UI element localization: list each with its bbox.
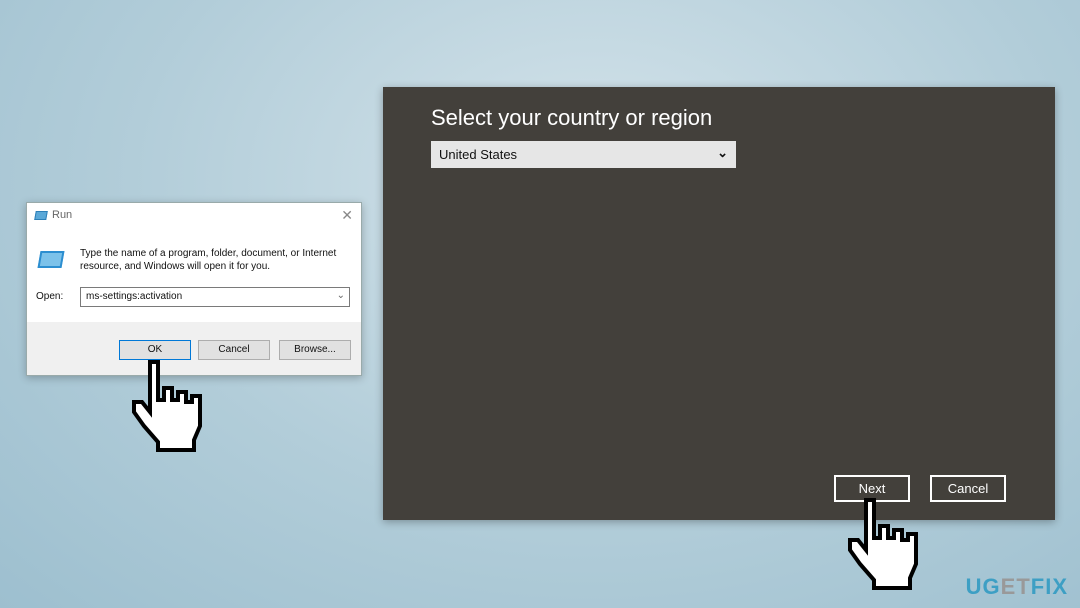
open-value: ms-settings:activation: [86, 291, 183, 302]
cancel-button[interactable]: Cancel: [930, 475, 1006, 502]
run-dialog: Run ✕ Type the name of a program, folder…: [26, 202, 362, 376]
close-icon[interactable]: ✕: [341, 207, 353, 224]
window-title: Run: [52, 209, 73, 221]
chevron-down-icon[interactable]: ⌄: [337, 290, 345, 301]
run-app-icon: [37, 251, 65, 268]
hand-cursor-icon: [132, 360, 202, 452]
browse-button[interactable]: Browse...: [279, 340, 351, 360]
open-label: Open:: [36, 291, 64, 302]
page-title: Select your country or region: [431, 105, 713, 130]
description: Type the name of a program, folder, docu…: [80, 248, 337, 272]
title-bar: Run: [27, 203, 361, 227]
chevron-down-icon: ⌄: [717, 145, 728, 160]
cancel-button[interactable]: Cancel: [198, 340, 270, 360]
open-input[interactable]: ms-settings:activation ⌄: [80, 287, 350, 307]
selected-region: United States: [439, 147, 518, 162]
oobe-region-window: Select your country or region United Sta…: [383, 87, 1055, 520]
run-icon: [34, 210, 48, 220]
region-select[interactable]: United States ⌄: [431, 141, 736, 168]
watermark-logo: UGETFIX: [965, 574, 1068, 599]
ok-button[interactable]: OK: [119, 340, 191, 360]
hand-cursor-icon: [848, 498, 918, 590]
